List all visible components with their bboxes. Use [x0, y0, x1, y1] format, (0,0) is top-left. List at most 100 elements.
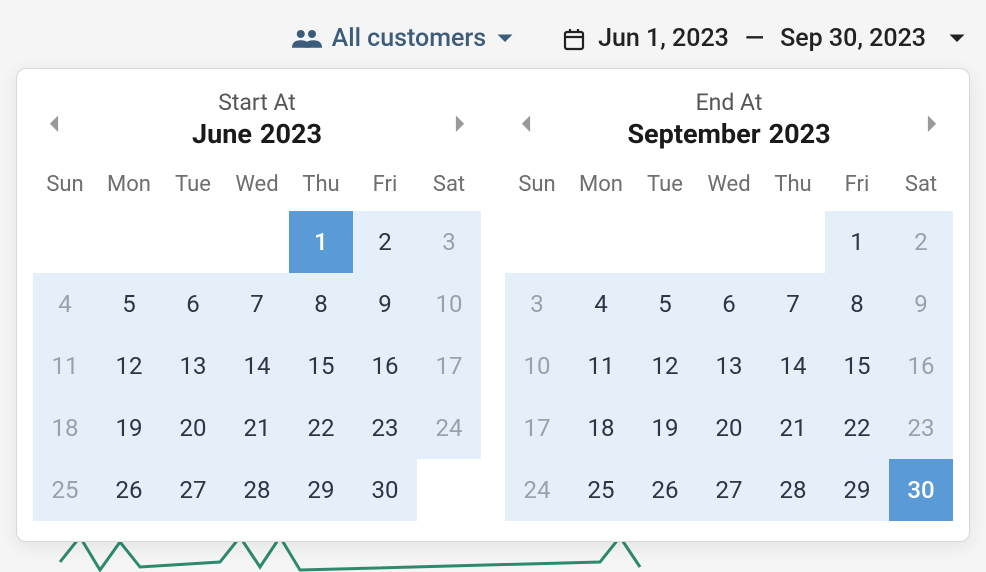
end-month-year: September2023 [505, 118, 953, 150]
calendar-day[interactable]: 5 [97, 273, 161, 335]
calendar-day[interactable]: 3 [505, 273, 569, 335]
calendar-day[interactable]: 13 [161, 335, 225, 397]
calendar-day[interactable]: 14 [761, 335, 825, 397]
calendar-day[interactable]: 21 [761, 397, 825, 459]
calendar-day[interactable]: 28 [761, 459, 825, 521]
calendar-day[interactable]: 25 [33, 459, 97, 521]
calendar-day[interactable]: 1 [289, 211, 353, 273]
calendar-day[interactable]: 12 [633, 335, 697, 397]
start-label: Start At [33, 89, 481, 116]
calendar-day[interactable]: 29 [289, 459, 353, 521]
calendar-day[interactable]: 6 [697, 273, 761, 335]
calendar-day[interactable]: 30 [889, 459, 953, 521]
day-of-week-header: Sat [417, 164, 481, 211]
calendar-day[interactable]: 22 [825, 397, 889, 459]
calendar-day[interactable]: 3 [417, 211, 481, 273]
calendar-empty-cell [97, 211, 161, 273]
calendar-day[interactable]: 4 [569, 273, 633, 335]
calendar-day[interactable]: 30 [353, 459, 417, 521]
day-of-week-header: Wed [697, 164, 761, 211]
calendar-day[interactable]: 27 [161, 459, 225, 521]
calendar-icon [562, 27, 586, 51]
calendar-day[interactable]: 27 [697, 459, 761, 521]
calendar-day[interactable]: 29 [825, 459, 889, 521]
calendar-day[interactable]: 2 [353, 211, 417, 273]
calendar-day[interactable]: 11 [33, 335, 97, 397]
calendar-day[interactable]: 7 [761, 273, 825, 335]
end-calendar-grid: SunMonTueWedThuFriSat1234567891011121314… [505, 164, 953, 521]
customers-filter[interactable]: All customers [292, 24, 514, 53]
calendar-day[interactable]: 6 [161, 273, 225, 335]
calendar-day[interactable]: 11 [569, 335, 633, 397]
day-of-week-header: Fri [353, 164, 417, 211]
calendar-empty-cell [33, 211, 97, 273]
calendar-day[interactable]: 28 [225, 459, 289, 521]
chevron-down-icon [948, 33, 966, 45]
calendar-day[interactable]: 19 [97, 397, 161, 459]
calendar-day[interactable]: 7 [225, 273, 289, 335]
chevron-down-icon [496, 33, 514, 45]
calendar-empty-cell [161, 211, 225, 273]
next-month-button[interactable] [921, 112, 943, 136]
calendar-day[interactable]: 10 [417, 273, 481, 335]
day-of-week-header: Sun [505, 164, 569, 211]
day-of-week-header: Wed [225, 164, 289, 211]
calendar-day[interactable]: 5 [633, 273, 697, 335]
calendar-empty-cell [417, 459, 481, 521]
calendar-day[interactable]: 26 [97, 459, 161, 521]
calendar-day[interactable]: 4 [33, 273, 97, 335]
calendar-day[interactable]: 15 [289, 335, 353, 397]
day-of-week-header: Thu [761, 164, 825, 211]
calendar-day[interactable]: 16 [353, 335, 417, 397]
calendar-day[interactable]: 8 [289, 273, 353, 335]
calendar-day[interactable]: 17 [417, 335, 481, 397]
calendar-day[interactable]: 8 [825, 273, 889, 335]
calendar-day[interactable]: 22 [289, 397, 353, 459]
calendar-day[interactable]: 13 [697, 335, 761, 397]
prev-month-button[interactable] [43, 112, 65, 136]
calendar-day[interactable]: 10 [505, 335, 569, 397]
date-range-end: Sep 30, 2023 [780, 24, 926, 53]
calendar-day[interactable]: 9 [889, 273, 953, 335]
calendar-day[interactable]: 26 [633, 459, 697, 521]
calendar-day[interactable]: 24 [505, 459, 569, 521]
prev-month-button[interactable] [515, 112, 537, 136]
calendar-day[interactable]: 9 [353, 273, 417, 335]
calendar-day[interactable]: 23 [889, 397, 953, 459]
calendar-day[interactable]: 2 [889, 211, 953, 273]
calendar-day[interactable]: 16 [889, 335, 953, 397]
next-month-button[interactable] [449, 112, 471, 136]
customers-label: All customers [332, 24, 486, 53]
date-range-separator: — [745, 24, 764, 53]
date-range-picker: Start At June2023 SunMonTueWedThuFriSat1… [16, 68, 970, 542]
day-of-week-header: Tue [633, 164, 697, 211]
date-range-filter[interactable]: Jun 1, 2023 — Sep 30, 2023 [562, 24, 966, 53]
calendar-day[interactable]: 21 [225, 397, 289, 459]
calendar-day[interactable]: 18 [569, 397, 633, 459]
calendar-day[interactable]: 20 [697, 397, 761, 459]
calendar-day[interactable]: 25 [569, 459, 633, 521]
day-of-week-header: Fri [825, 164, 889, 211]
day-of-week-header: Thu [289, 164, 353, 211]
calendar-empty-cell [225, 211, 289, 273]
calendar-empty-cell [569, 211, 633, 273]
calendar-empty-cell [633, 211, 697, 273]
calendar-day[interactable]: 1 [825, 211, 889, 273]
calendar-day[interactable]: 14 [225, 335, 289, 397]
day-of-week-header: Mon [569, 164, 633, 211]
end-label: End At [505, 89, 953, 116]
calendar-day[interactable]: 20 [161, 397, 225, 459]
calendar-empty-cell [761, 211, 825, 273]
day-of-week-header: Mon [97, 164, 161, 211]
start-month-year: June2023 [33, 118, 481, 150]
calendar-day[interactable]: 19 [633, 397, 697, 459]
calendar-day[interactable]: 24 [417, 397, 481, 459]
calendar-day[interactable]: 18 [33, 397, 97, 459]
day-of-week-header: Sat [889, 164, 953, 211]
filter-bar: All customers Jun 1, 2023 — Sep 30, 2023 [0, 0, 986, 69]
calendar-day[interactable]: 15 [825, 335, 889, 397]
calendar-day[interactable]: 12 [97, 335, 161, 397]
calendar-day[interactable]: 23 [353, 397, 417, 459]
calendar-empty-cell [505, 211, 569, 273]
calendar-day[interactable]: 17 [505, 397, 569, 459]
